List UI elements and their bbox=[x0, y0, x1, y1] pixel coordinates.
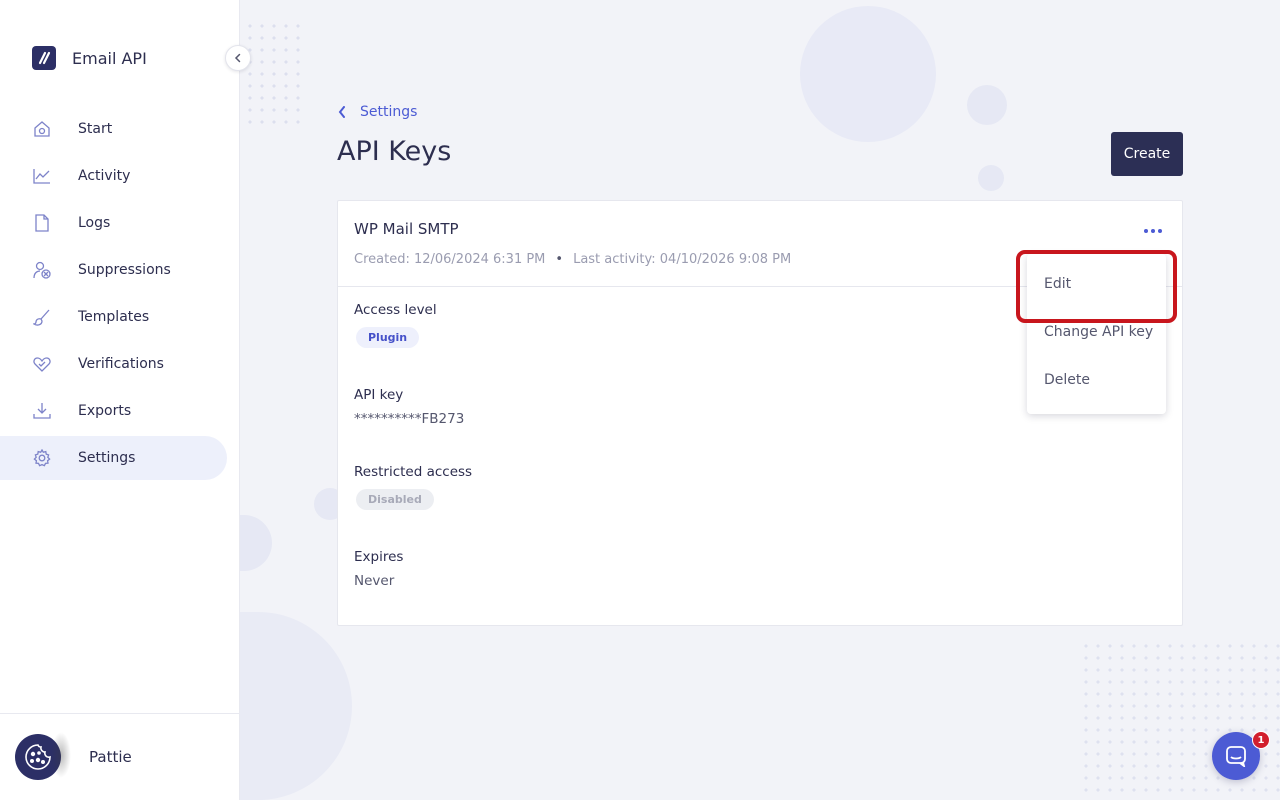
sidebar-item-label: Templates bbox=[78, 309, 150, 325]
field-label: Restricted access bbox=[354, 464, 473, 480]
cookie-avatar-icon bbox=[25, 744, 51, 770]
sidebar-item-label: Logs bbox=[78, 215, 111, 231]
user-x-icon bbox=[32, 260, 52, 280]
last-activity: Last activity: 04/10/2026 9:08 PM bbox=[573, 252, 792, 267]
restricted-access-field: Restricted access Disabled bbox=[354, 464, 472, 510]
expires-field: Expires Never bbox=[354, 549, 403, 589]
avatar-shadow bbox=[51, 732, 71, 778]
bg-half-circle bbox=[240, 612, 352, 800]
gear-icon bbox=[32, 448, 52, 468]
brand-name: Email API bbox=[72, 48, 147, 68]
chevron-left-icon bbox=[338, 106, 345, 118]
sidebar-item-activity[interactable]: Activity bbox=[0, 154, 227, 198]
bg-circle bbox=[978, 165, 1004, 191]
sidebar-item-suppressions[interactable]: Suppressions bbox=[0, 248, 227, 292]
breadcrumb-settings-link[interactable]: Settings bbox=[360, 104, 417, 120]
avatar[interactable] bbox=[15, 732, 71, 780]
stripes-logo-icon bbox=[32, 46, 56, 70]
api-key-name: WP Mail SMTP bbox=[354, 220, 459, 238]
options-dropdown: Edit Change API key Delete bbox=[1027, 254, 1166, 414]
sidebar-item-logs[interactable]: Logs bbox=[0, 201, 227, 245]
file-icon bbox=[32, 213, 52, 233]
collapse-sidebar-button[interactable] bbox=[225, 45, 251, 71]
created-date: Created: 12/06/2024 6:31 PM bbox=[354, 252, 546, 267]
sidebar-item-label: Exports bbox=[78, 403, 132, 419]
notification-badge: 1 bbox=[1252, 731, 1270, 749]
menu-item-delete[interactable]: Delete bbox=[1044, 372, 1090, 388]
chevron-left-icon bbox=[234, 53, 241, 63]
sidebar-item-label: Suppressions bbox=[78, 262, 171, 278]
sidebar-item-exports[interactable]: Exports bbox=[0, 389, 227, 433]
sidebar-nav: Start Activity Logs Suppressions Templat… bbox=[0, 107, 240, 483]
meta-separator: • bbox=[555, 252, 564, 267]
home-icon bbox=[32, 119, 52, 139]
field-label: API key bbox=[354, 387, 404, 403]
sidebar-item-label: Settings bbox=[78, 450, 136, 466]
api-key-value: **********FB273 bbox=[354, 411, 465, 427]
bg-half-circle bbox=[236, 515, 272, 571]
field-label: Access level bbox=[354, 302, 437, 318]
sidebar-item-start[interactable]: Start bbox=[0, 107, 227, 151]
access-level-badge: Plugin bbox=[356, 327, 420, 348]
restricted-status-badge: Disabled bbox=[356, 489, 434, 510]
sidebar-item-label: Activity bbox=[78, 168, 131, 184]
sidebar-item-settings[interactable]: Settings bbox=[0, 436, 227, 480]
menu-item-change-api-key[interactable]: Change API key bbox=[1044, 324, 1153, 340]
sidebar: Email API Start Activity Logs Suppressio… bbox=[0, 0, 240, 800]
breadcrumb[interactable]: Settings bbox=[338, 104, 417, 120]
user-name: Pattie bbox=[89, 748, 132, 766]
bg-circle bbox=[800, 6, 936, 142]
brand[interactable]: Email API bbox=[32, 46, 147, 70]
user-profile[interactable]: Pattie bbox=[0, 713, 240, 800]
heart-check-icon bbox=[32, 354, 52, 374]
expires-value: Never bbox=[354, 573, 395, 589]
bg-dot-pattern bbox=[244, 20, 300, 130]
more-options-icon[interactable] bbox=[1142, 223, 1164, 239]
download-icon bbox=[32, 401, 52, 421]
sidebar-item-label: Verifications bbox=[78, 356, 164, 372]
api-key-meta: Created: 12/06/2024 6:31 PM • Last activ… bbox=[354, 252, 791, 267]
create-button[interactable]: Create bbox=[1111, 132, 1183, 176]
page-title: API Keys bbox=[337, 136, 452, 167]
access-level-field: Access level Plugin bbox=[354, 302, 437, 348]
menu-item-edit[interactable]: Edit bbox=[1044, 276, 1071, 292]
chart-line-icon bbox=[32, 166, 52, 186]
sidebar-item-label: Start bbox=[78, 121, 113, 137]
api-key-field: API key **********FB273 bbox=[354, 387, 464, 427]
chat-icon bbox=[1226, 746, 1246, 767]
sidebar-item-templates[interactable]: Templates bbox=[0, 295, 227, 339]
bg-circle bbox=[967, 85, 1007, 125]
brush-icon bbox=[32, 307, 52, 327]
field-label: Expires bbox=[354, 549, 404, 565]
sidebar-item-verifications[interactable]: Verifications bbox=[0, 342, 227, 386]
bg-dot-pattern bbox=[1080, 640, 1280, 800]
